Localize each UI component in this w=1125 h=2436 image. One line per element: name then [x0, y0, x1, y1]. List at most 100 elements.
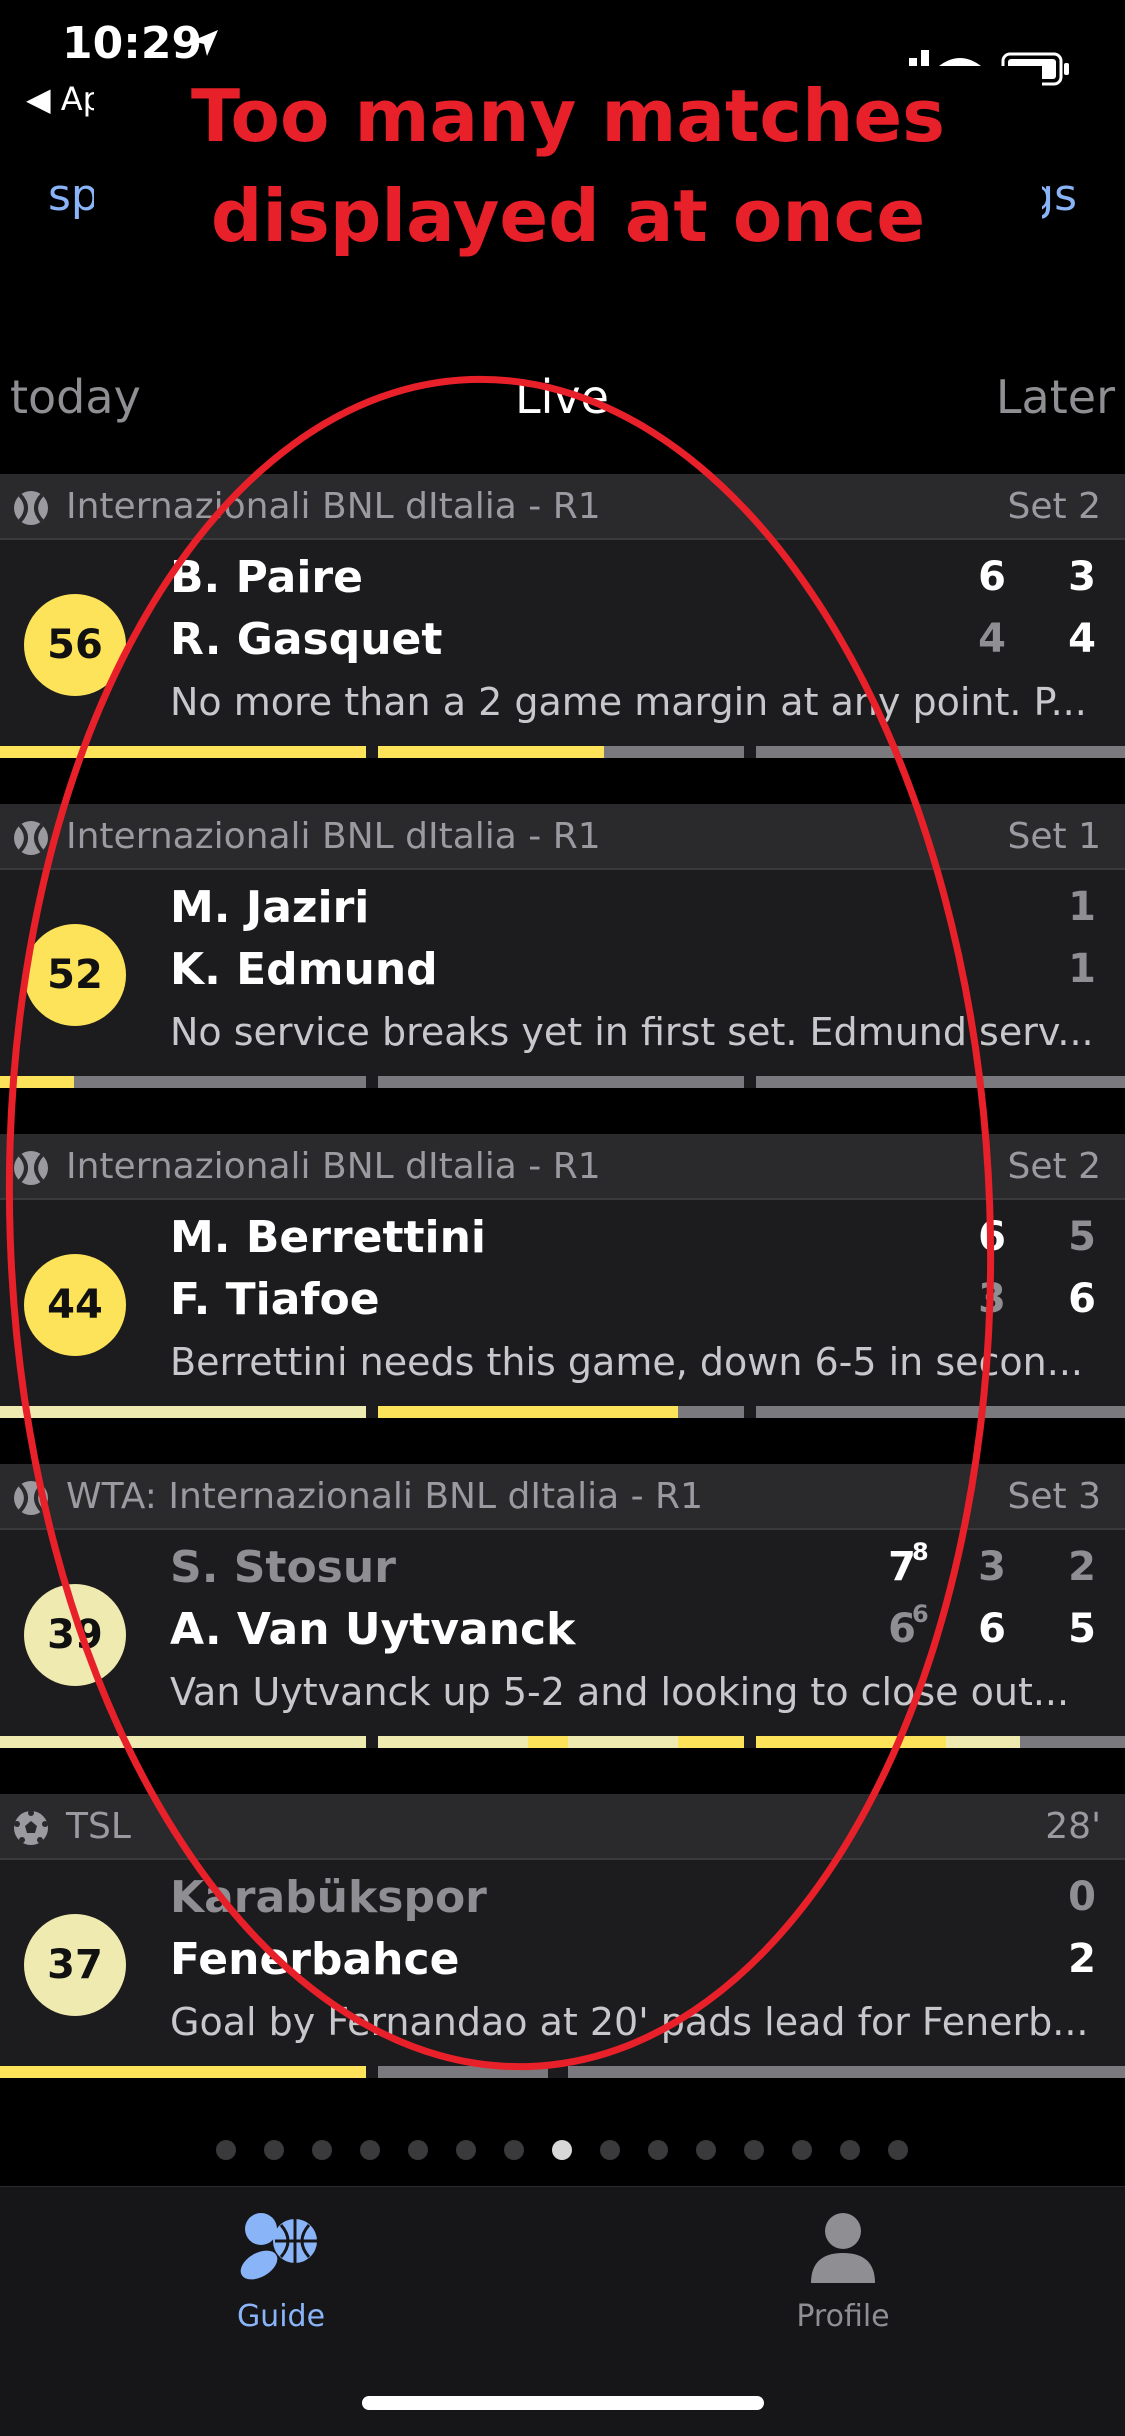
page-dot	[744, 2140, 764, 2160]
league-name: TSL	[66, 1806, 131, 1847]
match-progress-bar	[0, 1406, 1125, 1418]
tab-live[interactable]: Live	[515, 370, 609, 424]
league-name: WTA: Internazionali BNL dItalia - R1	[66, 1476, 703, 1517]
player-2-name: R. Gasquet	[170, 614, 443, 665]
score-p2-set1: 6	[888, 1606, 916, 1652]
match-status: Set 2	[1007, 486, 1101, 527]
home-indicator[interactable]	[362, 2396, 764, 2410]
league-name: Internazionali BNL dItalia - R1	[66, 816, 601, 857]
match-body: 44 M. Berrettini F. Tiafoe 6 5 3 6 Berre…	[0, 1200, 1125, 1406]
page-dot	[264, 2140, 284, 2160]
match-description: Goal by Fernandao at 20' pads lead for F…	[170, 2000, 1089, 2044]
match-description: No more than a 2 game margin at any poin…	[170, 680, 1087, 724]
match-rating-badge: 52	[24, 924, 126, 1026]
page-dot	[696, 2140, 716, 2160]
team-1-name: Karabükspor	[170, 1872, 487, 1923]
match-progress-bar	[0, 746, 1125, 758]
page-dot	[408, 2140, 428, 2160]
tab-later[interactable]: Later	[996, 370, 1115, 424]
page-dot	[600, 2140, 620, 2160]
location-arrow-icon	[192, 30, 218, 56]
player-1-name: B. Paire	[170, 552, 363, 603]
tennis-ball-icon	[14, 491, 48, 525]
score-p2-set1: 1	[1068, 946, 1096, 992]
score-p1-set1: 7	[888, 1544, 916, 1590]
score-p2-set2: 4	[1068, 616, 1096, 662]
sports-balls-icon	[240, 2213, 317, 2280]
page-dot	[360, 2140, 380, 2160]
nav-left-button[interactable]: sp	[48, 170, 99, 221]
match-body: 37 Karabükspor Fenerbahce 0 2 Goal by Fe…	[0, 1860, 1125, 2066]
match-body: 56 B. Paire R. Gasquet 6 3 4 4 No more t…	[0, 540, 1125, 746]
match-status: Set 1	[1007, 816, 1101, 857]
score-p2-set1: 4	[978, 616, 1006, 662]
page-dot	[456, 2140, 476, 2160]
tab-guide-label: Guide	[236, 2299, 326, 2334]
match-rating-badge: 44	[24, 1254, 126, 1356]
match-rating-badge: 56	[24, 594, 126, 696]
player-1-name: M. Jaziri	[170, 882, 370, 933]
player-1-name: S. Stosur	[170, 1542, 396, 1593]
team-2-name: Fenerbahce	[170, 1934, 460, 1985]
score-p2-set1: 3	[978, 1276, 1006, 1322]
tennis-ball-icon	[14, 1151, 48, 1185]
match-progress-bar	[0, 1076, 1125, 1088]
annotation-callout: Too many matches displayed at once	[94, 66, 1042, 266]
tiebreak-p2: 6	[912, 1600, 929, 1628]
match-card[interactable]: Internazionali BNL dItalia - R1 Set 1 52…	[0, 804, 1125, 1088]
score-p1-set1: 6	[978, 554, 1006, 600]
match-body: 52 M. Jaziri K. Edmund 1 1 No service br…	[0, 870, 1125, 1076]
page-dot-active	[552, 2140, 572, 2160]
player-1-name: M. Berrettini	[170, 1212, 486, 1263]
tiebreak-p1: 8	[912, 1538, 929, 1566]
tennis-ball-icon	[14, 821, 48, 855]
page-dot	[840, 2140, 860, 2160]
soccer-ball-icon	[14, 1810, 48, 1845]
match-body: 39 S. Stosur A. Van Uytvanck 7 8 3 2 6 6…	[0, 1530, 1125, 1736]
back-to-app-link[interactable]: ◀ Ap	[26, 80, 103, 118]
league-name: Internazionali BNL dItalia - R1	[66, 486, 601, 527]
page-dot	[504, 2140, 524, 2160]
score-p2-set3: 5	[1068, 1606, 1096, 1652]
match-rating-badge: 37	[24, 1914, 126, 2016]
match-progress-bar	[0, 1736, 1125, 1748]
tab-today[interactable]: today	[10, 370, 141, 424]
match-description: Van Uytvanck up 5-2 and looking to close…	[170, 1670, 1070, 1714]
match-description: Berrettini needs this game, down 6-5 in …	[170, 1340, 1083, 1384]
player-2-name: F. Tiafoe	[170, 1274, 380, 1325]
status-time: 10:29	[62, 18, 203, 69]
match-rating-badge: 39	[24, 1584, 126, 1686]
person-icon	[811, 2213, 875, 2283]
match-status: Set 2	[1007, 1146, 1101, 1187]
score-p1-set2: 5	[1068, 1214, 1096, 1260]
page-dot	[888, 2140, 908, 2160]
match-progress-bar	[0, 2066, 1125, 2078]
score-p1-set1: 1	[1068, 884, 1096, 930]
score-p1-set1: 6	[978, 1214, 1006, 1260]
match-header: Internazionali BNL dItalia - R1 Set 2	[0, 474, 1125, 540]
time-tabs: today Live Later	[0, 370, 1125, 440]
page-dot	[216, 2140, 236, 2160]
tab-profile[interactable]: Profile	[718, 2207, 968, 2334]
league-name: Internazionali BNL dItalia - R1	[66, 1146, 601, 1187]
score-p1-set2: 3	[978, 1544, 1006, 1590]
page-dot	[312, 2140, 332, 2160]
match-card[interactable]: TSL 28' 37 Karabükspor Fenerbahce 0 2 Go…	[0, 1794, 1125, 2078]
match-header: WTA: Internazionali BNL dItalia - R1 Set…	[0, 1464, 1125, 1530]
match-header: TSL 28'	[0, 1794, 1125, 1860]
page-dot	[648, 2140, 668, 2160]
tennis-ball-icon	[14, 1481, 48, 1515]
score-p2-set2: 6	[978, 1606, 1006, 1652]
score-p2-set2: 6	[1068, 1276, 1096, 1322]
tab-profile-label: Profile	[796, 2299, 890, 2334]
match-status: Set 3	[1007, 1476, 1101, 1517]
score-p1-set3: 2	[1068, 1544, 1096, 1590]
tab-guide[interactable]: Guide	[156, 2207, 406, 2334]
match-header: Internazionali BNL dItalia - R1 Set 2	[0, 1134, 1125, 1200]
match-card[interactable]: WTA: Internazionali BNL dItalia - R1 Set…	[0, 1464, 1125, 1748]
match-card[interactable]: Internazionali BNL dItalia - R1 Set 2 44…	[0, 1134, 1125, 1418]
page-indicator[interactable]	[0, 2140, 1125, 2170]
match-card[interactable]: Internazionali BNL dItalia - R1 Set 2 56…	[0, 474, 1125, 758]
match-status: 28'	[1045, 1806, 1101, 1847]
match-description: No service breaks yet in first set. Edmu…	[170, 1010, 1094, 1054]
